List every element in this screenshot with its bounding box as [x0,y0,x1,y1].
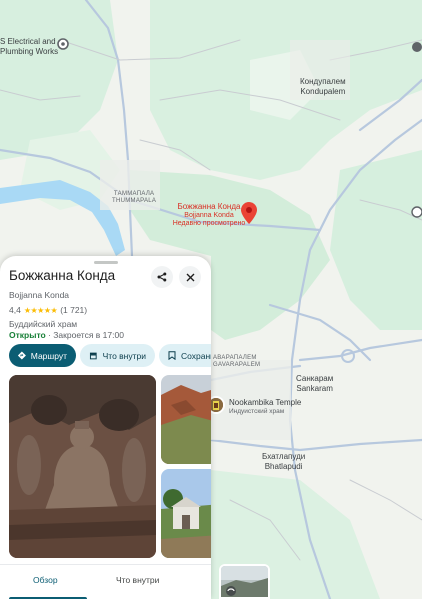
photo-main[interactable] [9,375,156,558]
bookmark-icon [168,351,176,360]
place-details-panel: Божжанна Конда Bojjanna Konda 4,4 ★★★★★ … [0,256,211,599]
closing-time: Закроется в 17:00 [53,330,124,340]
save-label: Сохранить [181,350,211,361]
place-title: Божжанна Конда [9,268,116,283]
store-icon [89,352,97,360]
opening-hours[interactable]: Открыто · Закроется в 17:00 [9,330,124,340]
directions-label: Маршрут [30,350,67,361]
map-label-bhatlapudi: Бхатлапуди Bhatlapudi [262,452,306,471]
map-label-sankaram: Санкарам Sankaram [296,374,334,393]
rating-value: 4,4 [9,305,21,315]
share-icon [157,272,167,282]
close-icon [186,273,194,281]
rating-row[interactable]: 4,4 ★★★★★ (1 721) [9,305,87,315]
open-status: Открыто [9,330,46,340]
map-label-gavarapalem: АВАРАПАЛЕМ GAVARAPALEM [213,355,261,369]
street-view-thumbnail[interactable] [219,564,270,599]
place-subtitle: Bojjanna Konda [9,290,70,300]
review-count: (1 721) [60,305,88,315]
inside-button[interactable]: Что внутри [80,344,155,367]
place-category: Буддийский храм [9,319,78,329]
map-label-tammapala: ТАММАПАЛА THUMMAPALA [112,191,157,205]
save-button[interactable]: Сохранить [159,344,211,367]
directions-icon [18,351,26,360]
map-label-kondupalem: Кондупалем Kondupalem [300,77,346,96]
share-button[interactable] [151,266,173,288]
tab-overview[interactable]: Обзор [33,575,58,585]
rating-stars-icon: ★★★★★ [23,305,58,315]
map-label-selected-place[interactable]: Божжанна Конда Bojjanna Konda Недавно пр… [166,202,252,228]
drag-handle[interactable] [94,261,118,264]
map-label-electrical[interactable]: S Electrical and Plumbing Works [0,37,58,56]
map-label-temple[interactable]: Nookambika Temple Индуистский храм [229,398,301,415]
photo-shrine[interactable] [161,469,211,558]
inside-label: Что внутри [102,350,146,361]
directions-button[interactable]: Маршрут [9,344,76,367]
tab-inside[interactable]: Что внутри [116,575,159,585]
photo-rocks[interactable] [161,375,211,464]
close-button[interactable] [179,266,201,288]
place-tabs: Обзор Что внутри [0,564,211,599]
